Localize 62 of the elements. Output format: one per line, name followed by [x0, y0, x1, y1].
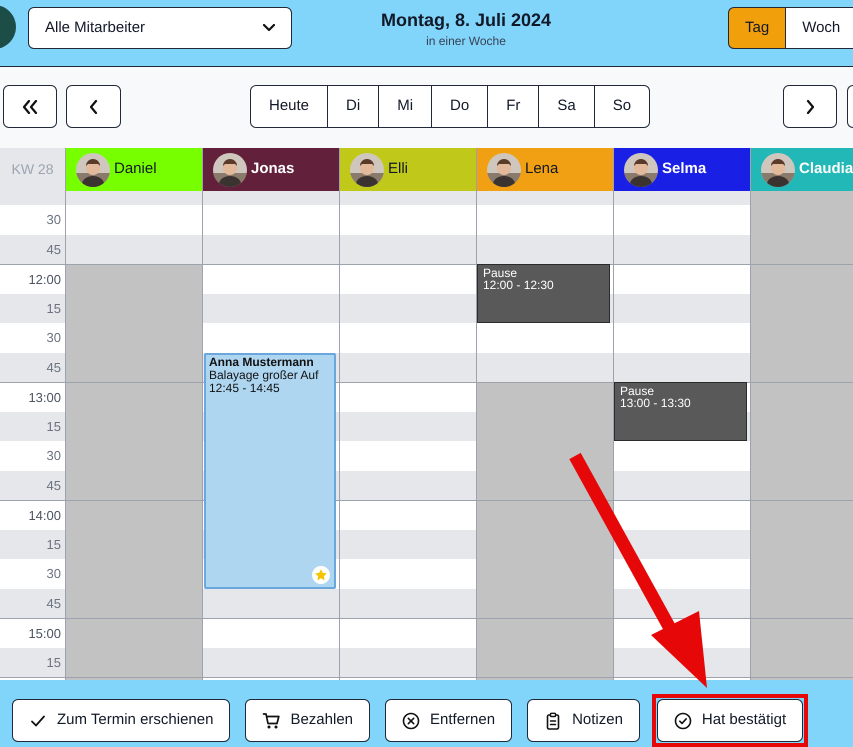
chevron-right-icon [806, 100, 814, 114]
action-button[interactable]: Entfernen [385, 699, 512, 742]
time-label: 45 [46, 476, 61, 494]
chevron-left-icon [90, 100, 98, 114]
employee-dropdown[interactable]: Alle Mitarbeiter [28, 7, 292, 49]
time-label: 13:00 [28, 388, 61, 406]
time-label: 15 [46, 536, 61, 554]
time-label: 30 [46, 329, 61, 347]
time-label: 15 [46, 418, 61, 436]
day-button[interactable]: So [594, 86, 650, 127]
appointment-card[interactable]: Anna Mustermann Balayage großer Auf 12:45 - 14:45 [204, 352, 336, 588]
day-button[interactable]: Sa [538, 86, 594, 127]
day-button[interactable]: Fr [487, 86, 538, 127]
chevron-down-icon [263, 24, 275, 32]
view-tab[interactable]: Tag [728, 7, 786, 49]
pause-block[interactable]: Pause 13:00 - 13:30 [614, 382, 747, 441]
pause-title: Pause [483, 267, 518, 279]
cart-icon [262, 712, 280, 730]
day-button[interactable]: Do [431, 86, 488, 127]
pause-block[interactable]: Pause 12:00 - 12:30 [477, 264, 610, 323]
view-tab[interactable]: Woch [785, 7, 853, 49]
staff-header: Lena [476, 148, 613, 191]
pause-title: Pause [620, 385, 656, 397]
staff-header: Elli [339, 148, 476, 191]
appointment-time: 12:45 - 14:45 [209, 382, 280, 394]
day-button[interactable]: Heute [251, 86, 328, 127]
staff-header: Daniel [65, 148, 202, 191]
time-label: 15:00 [28, 624, 61, 642]
time-label: 30 [46, 565, 61, 583]
pause-time: 12:00 - 12:30 [483, 279, 555, 291]
action-button[interactable]: Bezahlen [245, 699, 370, 742]
staff-header: Selma [613, 148, 750, 191]
time-label: 45 [46, 358, 61, 376]
appointment-title: Anna Mustermann [209, 356, 315, 368]
staff-header: Jonas [202, 148, 339, 191]
double-chevron-left-icon [22, 100, 38, 114]
pause-time: 13:00 - 13:30 [620, 397, 692, 409]
circle-check-icon [674, 712, 692, 730]
previous-button[interactable] [66, 85, 121, 128]
time-label: 15 [46, 654, 61, 672]
relative-date: in einer Woche [426, 33, 506, 50]
time-label: 12:00 [28, 270, 61, 288]
clipboard-icon [544, 712, 562, 730]
time-label: 45 [46, 594, 61, 612]
time-label: 45 [46, 240, 61, 258]
day-button[interactable]: Mi [378, 86, 432, 127]
staff-header: Claudia [750, 148, 853, 191]
circle-x-icon [402, 712, 420, 730]
date-title: Montag, 8. Juli 2024 [380, 9, 552, 32]
time-label: 14:00 [28, 506, 61, 524]
appointment-service: Balayage großer Auf [209, 368, 320, 382]
week-number: KW 28 [0, 148, 65, 191]
time-label: 30 [46, 447, 61, 465]
time-label: 30 [46, 211, 61, 229]
day-button[interactable]: Di [327, 86, 378, 127]
action-button[interactable]: Zum Termin erschienen [12, 699, 230, 742]
nav-button[interactable] [847, 85, 853, 128]
action-button[interactable]: Notizen [527, 699, 640, 742]
action-button[interactable]: Hat bestätigt [656, 699, 804, 742]
time-label: 15 [46, 300, 61, 318]
next-button[interactable] [783, 85, 837, 128]
first-button[interactable] [3, 85, 57, 128]
